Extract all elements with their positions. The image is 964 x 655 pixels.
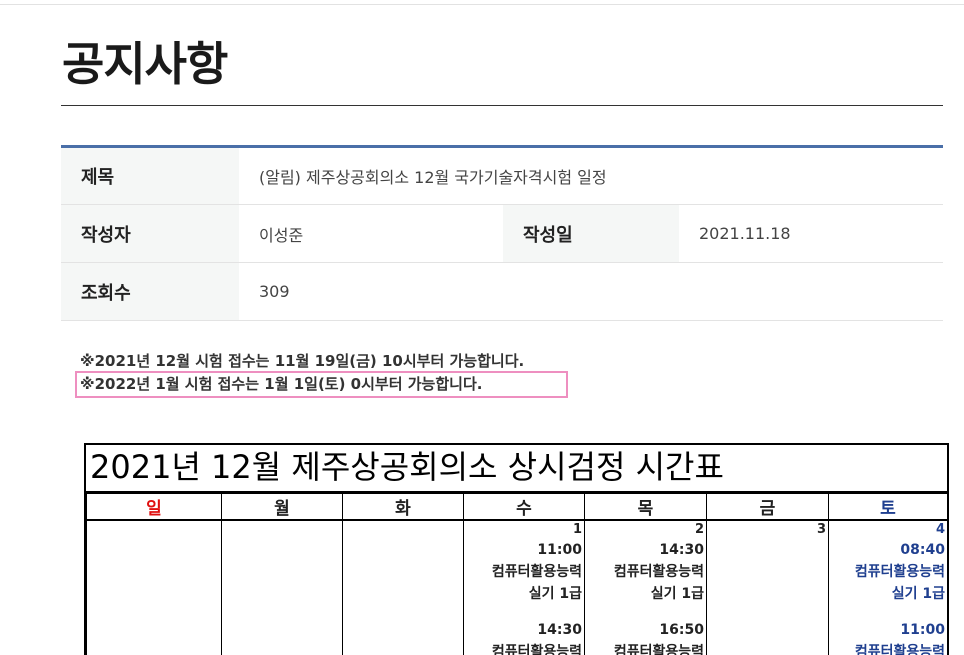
author-label: 작성자 (61, 204, 239, 263)
weekday-wed: 수 (463, 493, 585, 521)
exam-name: 컴퓨터활용능력 (491, 564, 582, 580)
weekday-tue: 화 (342, 493, 464, 521)
day-number: 2 (694, 522, 704, 537)
author-row: 작성자 이성준 작성일 2021.11.18 (61, 204, 943, 263)
exam-name: 컴퓨터활용능력 (854, 564, 945, 580)
schedule-title: 2021년 12월 제주상공회의소 상시검정 시간표 (86, 445, 947, 493)
exam-name: 컴퓨터활용능력 (854, 644, 945, 655)
exam-time: 08:40 (900, 542, 945, 558)
weekday-fri: 금 (706, 493, 829, 521)
views-label: 조회수 (61, 262, 239, 321)
top-divider (0, 4, 964, 5)
weekday-header-row: 일 월 화 수 목 금 토 (86, 493, 947, 521)
schedule-image: 2021년 12월 제주상공회의소 상시검정 시간표 일 월 화 수 목 금 토… (84, 443, 949, 655)
notice-highlight-box (75, 371, 568, 398)
weekday-sat: 토 (828, 493, 947, 521)
weekday-thu: 목 (584, 493, 707, 521)
exam-name: 실기 1급 (528, 586, 582, 602)
day-number: 3 (816, 522, 826, 537)
entry-gap (831, 605, 945, 619)
day-number: 1 (572, 522, 582, 537)
day-cell: 2 14:30 컴퓨터활용능력 실기 1급 16:50 컴퓨터활용능력 (584, 520, 707, 655)
exam-name: 컴퓨터활용능력 (613, 644, 704, 655)
entry-gap (466, 605, 582, 619)
schedule-calendar: 일 월 화 수 목 금 토 1 11:00 컴퓨터활용능력 실기 1급 14:30 컴퓨터… (86, 493, 947, 655)
entry-gap (587, 605, 704, 619)
title-divider (61, 105, 943, 106)
notice-line-1: ※2021년 12월 시험 접수는 11월 19일(금) 10시부터 가능합니다… (80, 352, 525, 370)
exam-time: 11:00 (537, 542, 582, 558)
subject-row: 제목 (알림) 제주상공회의소 12월 국가기술자격시험 일정 (61, 146, 943, 205)
views-value: 309 (239, 262, 943, 321)
exam-time: 14:30 (659, 542, 704, 558)
subject-value: (알림) 제주상공회의소 12월 국가기술자격시험 일정 (239, 146, 943, 205)
week-row: 1 11:00 컴퓨터활용능력 실기 1급 14:30 컴퓨터활용능력 2 14:30 컴퓨터활… (86, 520, 947, 655)
weekday-mon: 월 (221, 493, 343, 521)
exam-name: 컴퓨터활용능력 (491, 644, 582, 655)
exam-name: 실기 1급 (891, 586, 945, 602)
exam-time: 11:00 (900, 622, 945, 638)
day-cell: 1 11:00 컴퓨터활용능력 실기 1급 14:30 컴퓨터활용능력 (463, 520, 585, 655)
day-cell: 3 (706, 520, 829, 655)
day-cell (86, 520, 222, 655)
views-row: 조회수 309 (61, 262, 943, 321)
exam-time: 14:30 (537, 622, 582, 638)
day-cell (342, 520, 464, 655)
exam-name: 컴퓨터활용능력 (613, 564, 704, 580)
author-value: 이성준 (239, 204, 503, 263)
post-info-table: 제목 (알림) 제주상공회의소 12월 국가기술자격시험 일정 작성자 이성준 … (61, 145, 943, 321)
day-cell: 4 08:40 컴퓨터활용능력 실기 1급 11:00 컴퓨터활용능력 (828, 520, 947, 655)
subject-label: 제목 (61, 146, 239, 205)
page-title: 공지사항 (62, 37, 228, 91)
exam-time: 16:50 (659, 622, 704, 638)
exam-name: 실기 1급 (650, 586, 704, 602)
date-label: 작성일 (503, 204, 679, 263)
date-value: 2021.11.18 (679, 204, 943, 263)
weekday-sun: 일 (86, 493, 222, 521)
day-cell (221, 520, 343, 655)
day-number: 4 (935, 522, 945, 537)
